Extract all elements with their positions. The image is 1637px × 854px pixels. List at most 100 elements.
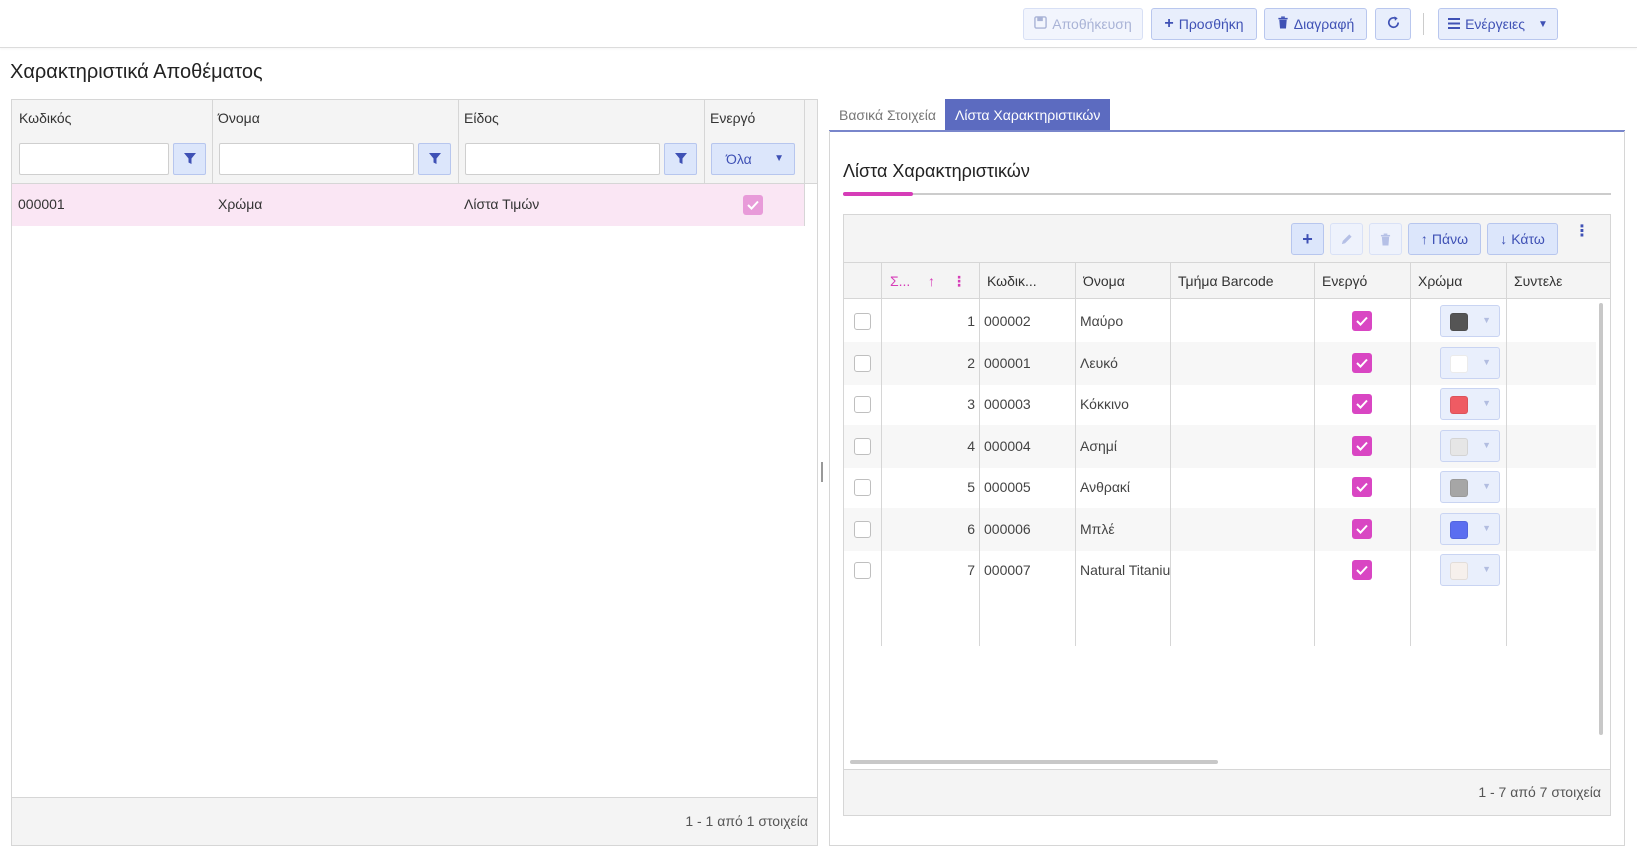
cell-name: Κόκκινο (1080, 396, 1129, 412)
row-select-checkbox[interactable] (854, 396, 871, 413)
row-select-checkbox[interactable] (854, 354, 871, 372)
column-menu-icon[interactable]: ⋮ (952, 273, 966, 290)
row-select-checkbox[interactable] (854, 520, 871, 538)
plus-icon: + (1164, 15, 1174, 32)
check-icon (1356, 524, 1368, 534)
table-row[interactable]: 000001 Χρώμα Λίστα Τιμών (12, 184, 804, 226)
active-checkbox[interactable] (1352, 352, 1372, 373)
save-button[interactable]: Αποθήκευση (1023, 8, 1143, 40)
column-header-color[interactable]: Χρώμα (1418, 273, 1462, 289)
active-checkbox[interactable] (743, 195, 763, 215)
attributes-grid: Κωδικός Όνομα Είδος Ενεργό Όλα ▼ 000001 … (11, 99, 818, 846)
row-select-checkbox[interactable] (854, 313, 871, 330)
color-picker[interactable]: ▼ (1440, 346, 1500, 379)
section-divider (843, 193, 1611, 195)
check-icon (1356, 565, 1368, 575)
column-header-sequence[interactable]: Σ... (890, 273, 910, 289)
cell-code: 000002 (984, 313, 1031, 329)
color-picker[interactable]: ▼ (1440, 554, 1500, 586)
column-header-code[interactable]: Κωδικός (19, 110, 71, 126)
caret-down-icon: ▼ (774, 153, 784, 164)
color-swatch (1450, 479, 1468, 497)
row-select-checkbox[interactable] (854, 437, 871, 455)
type-filter-button[interactable] (664, 143, 697, 175)
type-filter-input[interactable] (465, 143, 660, 175)
color-picker[interactable]: ▼ (1440, 471, 1500, 503)
column-header-active[interactable]: Ενεργό (1322, 273, 1367, 289)
move-down-button[interactable]: ↓ Κάτω (1487, 223, 1558, 255)
color-swatch (1450, 562, 1468, 580)
caret-down-icon: ▼ (1482, 315, 1491, 325)
cell-code: 000001 (18, 196, 65, 212)
column-header-name[interactable]: Όνομα (1083, 273, 1125, 289)
horizontal-scrollbar[interactable] (850, 760, 1218, 764)
color-swatch (1450, 396, 1468, 414)
add-button[interactable]: + Προσθήκη (1151, 8, 1257, 40)
column-header-active[interactable]: Ενεργό (710, 110, 755, 126)
more-options-icon[interactable]: ⋮ (1574, 224, 1590, 240)
page-title: Χαρακτηριστικά Αποθέματος (10, 61, 263, 83)
color-picker[interactable]: ▼ (1440, 429, 1500, 462)
code-filter-input[interactable] (19, 143, 169, 175)
cell-name: Λευκό (1080, 354, 1118, 371)
row-select-checkbox[interactable] (854, 479, 871, 496)
check-icon (1356, 358, 1368, 368)
active-checkbox[interactable] (1352, 311, 1372, 331)
tab-basic-info[interactable]: Βασικά Στοιχεία (829, 99, 946, 130)
active-checkbox[interactable] (1352, 518, 1372, 539)
column-header-type[interactable]: Είδος (464, 110, 499, 126)
column-header-name[interactable]: Όνομα (218, 110, 260, 126)
row-select-checkbox[interactable] (854, 562, 871, 579)
scrollbar-gutter (804, 100, 817, 226)
table-row[interactable]: 7 000007 Natural Titanium ▼ (844, 549, 1596, 592)
grid-toolbar: + ↑ Πάνω ↓ Κάτω ⋮ (844, 215, 1610, 263)
cell-sequence: 3 (967, 396, 975, 412)
delete-row-button[interactable] (1369, 223, 1402, 255)
caret-down-icon: ▼ (1537, 18, 1548, 30)
pane-splitter-handle[interactable] (821, 462, 823, 482)
column-header-factor[interactable]: Συντελε (1514, 273, 1610, 289)
code-filter-button[interactable] (173, 143, 206, 175)
cell-code: 000003 (984, 396, 1031, 412)
active-checkbox[interactable] (1352, 477, 1372, 497)
refresh-icon (1386, 15, 1401, 33)
table-row[interactable]: 4 000004 Ασημί ▼ (844, 424, 1596, 468)
arrow-up-icon: ↑ (1420, 231, 1428, 247)
refresh-button[interactable] (1375, 8, 1411, 40)
add-row-button[interactable]: + (1291, 223, 1324, 255)
move-up-button[interactable]: ↑ Πάνω (1408, 223, 1481, 255)
table-row[interactable]: 6 000006 Μπλέ ▼ (844, 507, 1596, 551)
column-header-barcode-part[interactable]: Τμήμα Barcode (1178, 273, 1274, 289)
table-row[interactable]: 1 000002 Μαύρο ▼ (844, 300, 1596, 343)
delete-button[interactable]: Διαγραφή (1264, 8, 1367, 40)
cell-name: Ανθρακί (1080, 479, 1131, 495)
caret-down-icon: ▼ (1482, 439, 1491, 450)
color-swatch (1450, 354, 1468, 373)
name-filter-input[interactable] (219, 143, 414, 175)
table-row[interactable]: 5 000005 Ανθρακί ▼ (844, 466, 1596, 509)
cell-code: 000001 (984, 354, 1031, 371)
active-checkbox[interactable] (1352, 435, 1372, 456)
edit-row-button[interactable] (1330, 223, 1363, 255)
color-picker[interactable]: ▼ (1440, 512, 1500, 545)
caret-down-icon: ▼ (1482, 522, 1491, 533)
check-icon (1356, 482, 1368, 492)
filter-icon (428, 153, 441, 164)
color-picker[interactable]: ▼ (1440, 305, 1500, 337)
name-filter-button[interactable] (418, 143, 451, 175)
active-checkbox[interactable] (1352, 560, 1372, 580)
check-icon (1356, 399, 1368, 409)
table-row[interactable]: 3 000003 Κόκκινο ▼ (844, 383, 1596, 426)
color-picker[interactable]: ▼ (1440, 388, 1500, 420)
column-header-code[interactable]: Κωδικ... (987, 273, 1037, 289)
actions-menu-button[interactable]: Ενέργειες ▼ (1438, 8, 1558, 40)
cell-sequence: 1 (967, 313, 975, 329)
tab-attribute-list[interactable]: Λίστα Χαρακτηριστικών (945, 99, 1111, 130)
section-divider-accent (843, 192, 913, 196)
color-swatch (1450, 437, 1468, 456)
active-checkbox[interactable] (1352, 394, 1372, 414)
active-filter-dropdown[interactable]: Όλα ▼ (711, 143, 795, 175)
pencil-icon (1341, 233, 1352, 244)
vertical-scrollbar[interactable] (1599, 303, 1603, 735)
table-row[interactable]: 2 000001 Λευκό ▼ (844, 341, 1596, 385)
